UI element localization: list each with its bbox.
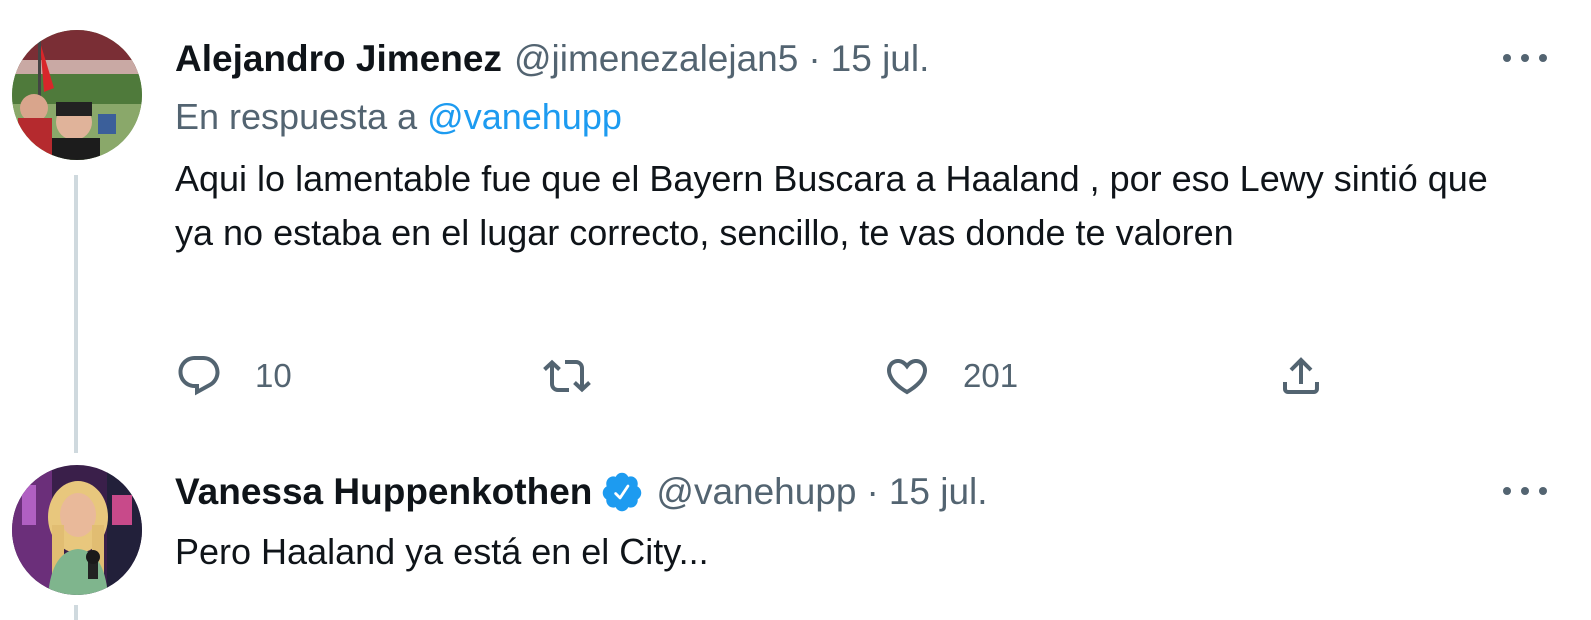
reply-count: 10 bbox=[255, 357, 292, 394]
tweet-actions: 10 201 bbox=[175, 350, 1375, 402]
like-button[interactable]: 201 bbox=[883, 350, 1018, 402]
thread-connector-line bbox=[74, 605, 78, 620]
reply-mention-link[interactable]: @vanehupp bbox=[427, 96, 622, 137]
reply-prefix: En respuesta a bbox=[175, 96, 418, 137]
more-icon[interactable] bbox=[1503, 481, 1547, 501]
author-handle[interactable]: @vanehupp bbox=[656, 471, 856, 513]
separator-dot: · bbox=[866, 471, 879, 512]
author-handle[interactable]: @jimenezalejan5 bbox=[514, 38, 798, 80]
thread-connector-line bbox=[74, 175, 78, 453]
tweet-date[interactable]: 15 jul. bbox=[889, 471, 988, 513]
reply-context: En respuesta a @vanehupp bbox=[175, 96, 622, 138]
retweet-button[interactable] bbox=[543, 350, 591, 402]
reply-icon bbox=[175, 352, 223, 400]
author-name[interactable]: Vanessa Huppenkothen bbox=[175, 471, 592, 513]
tweet-text: Aqui lo lamentable fue que el Bayern Bus… bbox=[175, 158, 1488, 253]
verified-badge-icon bbox=[600, 470, 644, 514]
tweet-date[interactable]: 15 jul. bbox=[831, 38, 930, 80]
avatar-vanessa[interactable] bbox=[12, 465, 142, 595]
tweet-text: Pero Haaland ya está en el City... bbox=[175, 531, 709, 572]
more-icon[interactable] bbox=[1503, 48, 1547, 68]
reply-button[interactable]: 10 bbox=[175, 350, 292, 402]
tweet-header: Vanessa Huppenkothen @vanehupp · 15 jul. bbox=[175, 467, 988, 517]
share-button[interactable] bbox=[1277, 350, 1325, 402]
author-name[interactable]: Alejandro Jimenez bbox=[175, 38, 502, 80]
tweet-header: Alejandro Jimenez @jimenezalejan5 · 15 j… bbox=[175, 34, 929, 84]
tweet-vanessa[interactable]: Vanessa Huppenkothen @vanehupp · 15 jul.… bbox=[0, 455, 1591, 620]
share-icon bbox=[1277, 352, 1325, 400]
like-count: 201 bbox=[963, 357, 1019, 394]
tweet-alejandro[interactable]: Alejandro Jimenez @jimenezalejan5 · 15 j… bbox=[0, 0, 1591, 453]
retweet-icon bbox=[543, 352, 591, 400]
heart-icon bbox=[883, 352, 931, 400]
avatar-alejandro[interactable] bbox=[12, 30, 142, 160]
separator-dot: · bbox=[808, 38, 821, 79]
